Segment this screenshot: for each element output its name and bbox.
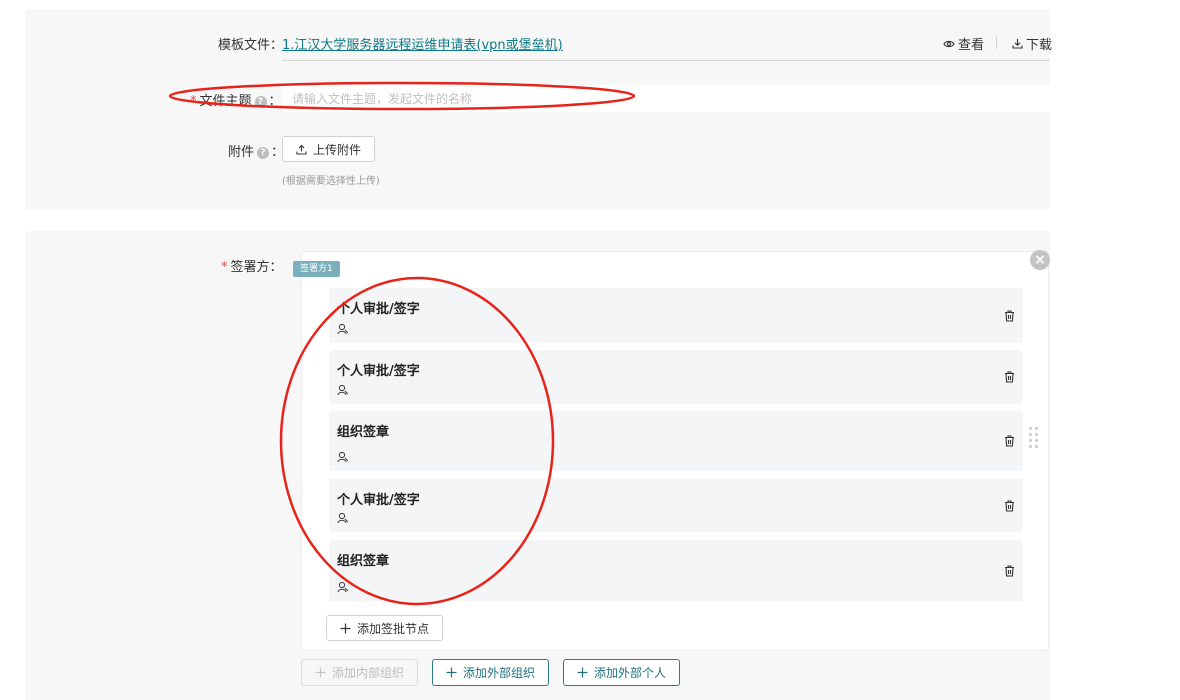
signer-node[interactable]: 个人审批/签字 (329, 479, 1023, 532)
person-icon[interactable] (337, 512, 349, 524)
template-file-link[interactable]: 1.江汉大学服务器远程运维申请表(vpn或堡垒机) (282, 34, 563, 53)
node-title: 组织签章 (337, 425, 390, 440)
signer-node[interactable]: 组织签章 (329, 411, 1023, 471)
view-button[interactable]: 查看 (943, 34, 984, 53)
person-icon[interactable] (337, 323, 349, 335)
help-icon[interactable]: ? (254, 95, 267, 108)
attachment-hint: (根据需要选择性上传) (282, 176, 380, 187)
plus-icon (446, 667, 457, 678)
close-icon[interactable]: × (1030, 250, 1050, 270)
download-label: 下载 (1026, 38, 1053, 53)
signer-node[interactable]: 组织签章 (329, 540, 1023, 601)
plus-icon (315, 667, 326, 678)
signer-node[interactable]: 个人审批/签字 (329, 350, 1023, 404)
drag-handle-icon[interactable] (1029, 427, 1039, 449)
required-mark: * (190, 94, 197, 109)
eye-icon (943, 40, 955, 47)
node-title: 个人审批/签字 (337, 302, 420, 317)
download-icon (1012, 39, 1023, 49)
signers-label: 签署方 (230, 260, 270, 275)
attachment-label-row: 附件?： (228, 145, 285, 160)
add-internal-org-button[interactable]: 添加内部组织 (301, 659, 418, 686)
node-title: 组织签章 (337, 554, 390, 569)
person-icon[interactable] (337, 384, 349, 396)
trash-icon[interactable] (1004, 564, 1015, 577)
node-title: 个人审批/签字 (337, 493, 420, 508)
download-button[interactable]: 下载 (1012, 34, 1052, 53)
signer-node[interactable]: 个人审批/签字 (329, 288, 1023, 343)
template-label-row: 模板文件： (218, 38, 284, 53)
upload-label: 上传附件 (312, 142, 361, 157)
plus-icon (577, 667, 588, 678)
divider (996, 36, 997, 49)
view-label: 查看 (958, 38, 985, 53)
external-org-label: 添加外部组织 (462, 666, 535, 680)
subject-label-row: * 文件主题?： (190, 94, 282, 109)
attachment-label: 附件 (228, 145, 255, 160)
divider (282, 60, 1050, 61)
trash-icon[interactable] (1004, 371, 1015, 383)
subject-label: 文件主题 (199, 94, 252, 109)
upload-attachment-button[interactable]: 上传附件 (282, 136, 375, 162)
trash-icon[interactable] (1004, 499, 1015, 512)
person-icon[interactable] (337, 451, 349, 463)
internal-org-label: 添加内部组织 (331, 666, 404, 680)
add-sign-node-button[interactable]: 添加签批节点 (326, 615, 443, 641)
trash-icon[interactable] (1004, 435, 1015, 447)
required-mark: * (221, 260, 228, 275)
subject-input[interactable] (282, 85, 1050, 112)
node-title: 个人审批/签字 (337, 364, 420, 379)
add-node-label: 添加签批节点 (356, 621, 429, 636)
help-icon[interactable]: ? (257, 146, 270, 159)
signers-label-row: * 签署方： (221, 260, 283, 275)
upload-icon (296, 144, 307, 155)
add-external-org-button[interactable]: 添加外部组织 (432, 659, 549, 686)
signer-tag: 签署方1 (293, 261, 340, 277)
person-icon[interactable] (337, 581, 349, 593)
template-label: 模板文件 (218, 38, 271, 53)
external-person-label: 添加外部个人 (593, 666, 666, 680)
add-external-person-button[interactable]: 添加外部个人 (563, 659, 680, 686)
plus-icon (340, 623, 351, 633)
trash-icon[interactable] (1004, 309, 1015, 322)
